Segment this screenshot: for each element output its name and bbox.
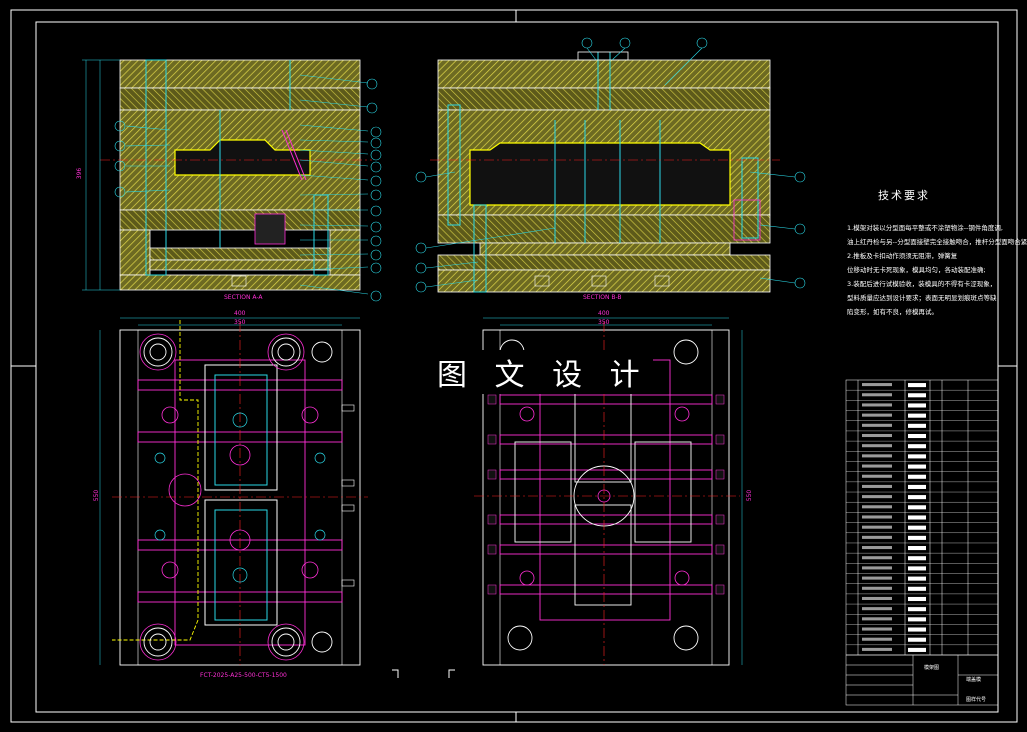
section-b-view: [415, 37, 806, 293]
bom-row-mark: [908, 413, 926, 418]
bom-row-spec: [862, 413, 892, 417]
dim-a-top-2: 350: [234, 319, 246, 326]
bom-row-mark: [908, 393, 926, 398]
dim-b-top-1: 400: [598, 310, 610, 317]
bom-row-mark: [908, 535, 926, 540]
bom-row-spec: [862, 383, 892, 387]
bom-row-spec: [862, 596, 892, 600]
bom-row-mark: [908, 576, 926, 581]
dim-a-height: 396: [76, 167, 84, 180]
bom-row-mark: [908, 617, 926, 622]
bom-row-mark: [908, 444, 926, 449]
dim-a-side: 550: [93, 489, 101, 502]
title-drawing-name: 模架图: [924, 665, 940, 671]
dim-a-top-1: 400: [234, 310, 246, 317]
tech-line-4: 位移动时无卡死现象，模具均匀，各动装配准确;: [847, 266, 986, 274]
bom-row-spec: [862, 647, 892, 651]
bom-row-mark: [908, 495, 926, 500]
section-a-view: [82, 59, 382, 302]
bom-row-mark: [908, 474, 926, 479]
bom-row-mark: [908, 596, 926, 602]
bom-row-mark: [908, 647, 926, 652]
bom-row-mark: [908, 403, 926, 408]
tech-line-3: 2.推板及卡扣动作须须无阻滞，弹簧复: [847, 252, 958, 260]
title-part-name: 端盖模: [966, 677, 982, 683]
bom-row-mark: [908, 566, 926, 571]
bom-table: [845, 379, 999, 706]
bom-row-mark: [908, 607, 926, 612]
bom-row-spec: [862, 444, 892, 448]
bom-row-spec: [862, 627, 892, 631]
bom-row-spec: [862, 566, 892, 570]
bom-row-spec: [862, 464, 892, 468]
bom-row-mark: [908, 586, 926, 591]
bom-row-spec: [862, 403, 892, 407]
section-b-label: SECTION B-B: [583, 294, 622, 301]
bom-row-mark: [908, 515, 926, 520]
bom-row-mark: [908, 464, 926, 469]
bom-row-marks: [862, 383, 926, 652]
bom-row-mark: [908, 637, 926, 642]
bom-row-spec: [862, 454, 892, 458]
dim-b-top-2: 350: [598, 319, 610, 326]
bom-row-mark: [908, 383, 926, 388]
tech-line-1: 1.模架对装以分型面每平整或不涂塑物涂--钢件角度调,: [847, 224, 1003, 232]
bom-row-mark: [908, 484, 926, 489]
bom-row-spec: [862, 556, 892, 560]
bom-row-spec: [862, 505, 892, 509]
bom-row-spec: [862, 586, 892, 590]
bom-row-spec: [862, 617, 892, 621]
tech-requirements-title: 技术要求: [878, 189, 930, 202]
bom-row-mark: [908, 546, 926, 551]
tech-line-7: 陷变形，如有不良，修模再试。: [847, 308, 938, 316]
bom-row-spec: [862, 393, 892, 397]
bom-row-spec: [862, 576, 892, 580]
bom-row-mark: [908, 505, 926, 510]
watermark-text: 图 文 设 计: [433, 350, 653, 394]
bom-row-mark: [908, 423, 926, 428]
bom-row-mark: [908, 556, 926, 561]
bom-row-spec: [862, 607, 892, 611]
bom-row-spec: [862, 637, 892, 641]
bom-row-spec: [862, 535, 892, 539]
bom-row-spec: [862, 433, 892, 438]
section-a-label: SECTION A-A: [224, 294, 263, 301]
bom-row-spec: [862, 484, 892, 488]
bom-row-mark: [908, 525, 926, 530]
tech-line-6: 型料质量应达到设计要求；表面无明显划痕斑点等缺: [847, 294, 997, 302]
title-code-label: 图样代号: [966, 697, 987, 703]
bom-row-spec: [862, 423, 892, 427]
bom-row-mark: [908, 433, 926, 439]
bom-row-mark: [908, 627, 926, 632]
bom-row-spec: [862, 495, 892, 499]
bom-row-spec: [862, 474, 892, 478]
tech-line-2: 油上红丹检与另--分型面接壁完全接触吻合，推杆分型面吻合紧尺;: [847, 238, 1027, 246]
bom-row-spec: [862, 515, 892, 519]
dim-b-side: 550: [746, 489, 754, 502]
bom-row-spec: [862, 546, 892, 550]
bottom-code: FCT-2025-A25-500-CT5-1500: [200, 672, 287, 679]
tech-line-5: 3.装配后进行试模验收，装模具的不得有卡涩现象，: [847, 280, 997, 288]
bom-row-spec: [862, 525, 892, 529]
bom-row-mark: [908, 454, 926, 459]
plan-view-a: [99, 317, 368, 666]
